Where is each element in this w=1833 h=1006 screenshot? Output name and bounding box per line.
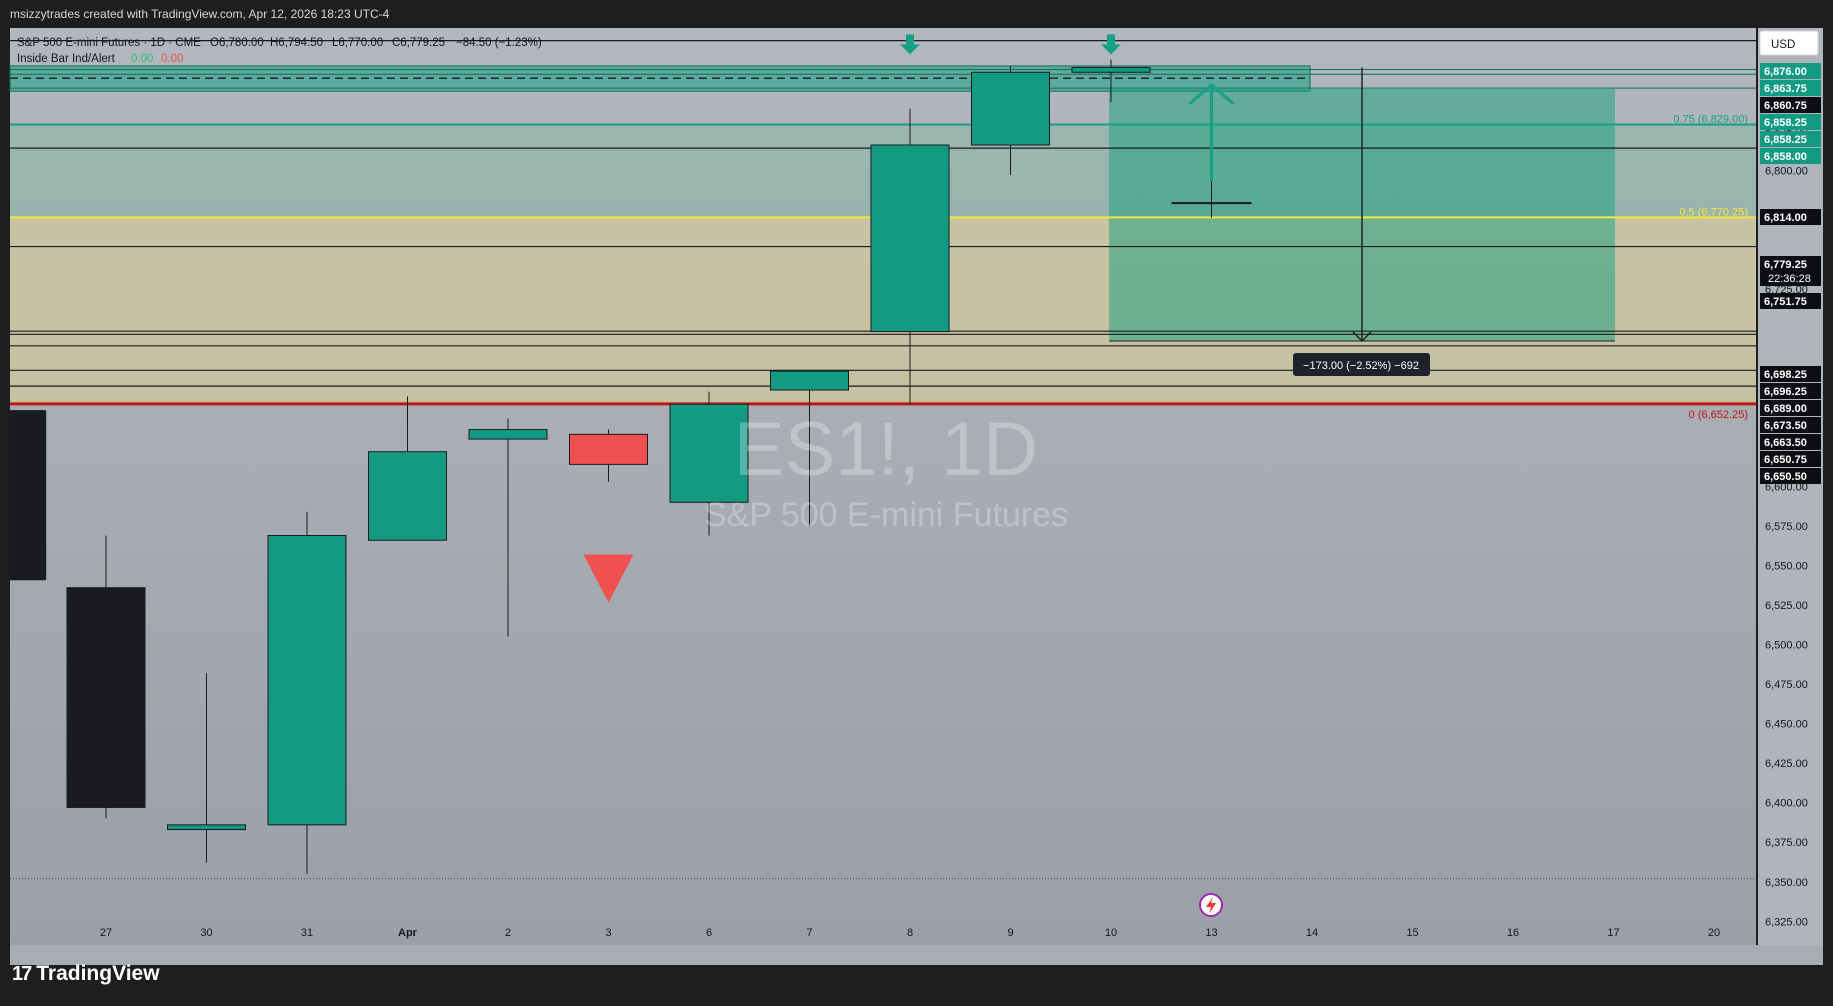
watermark-name: S&P 500 E-mini Futures <box>704 496 1068 534</box>
y-tick-label: 6,550.00 <box>1765 561 1808 573</box>
currency-label: USD <box>1771 39 1795 51</box>
candle-body <box>770 370 849 391</box>
candle-body <box>267 535 347 826</box>
fib-label: 0.5 (6,770.25) <box>1680 206 1749 218</box>
legend-indicator-v2: 0.00 <box>161 53 183 65</box>
price-badge-label: 6,696.25 <box>1764 386 1807 398</box>
x-tick-label: 14 <box>1306 927 1318 939</box>
price-badge-label: 6,673.50 <box>1764 420 1807 432</box>
candle-body <box>1071 67 1151 73</box>
x-tick-label: 6 <box>706 927 712 939</box>
candle-body <box>9 410 46 581</box>
price-badge-label: 6,858.25 <box>1764 117 1807 129</box>
fib-label: 0 (6,652.25) <box>1689 409 1748 421</box>
fib-label: 0.75 (6,829.00) <box>1673 113 1748 125</box>
x-tick-label: Apr <box>398 927 418 939</box>
candle-body <box>870 144 950 333</box>
legend-low: L6,770.00 <box>332 37 383 49</box>
price-badge: 6,650.50 <box>1760 468 1821 484</box>
price-badge: 6,858.00 <box>1760 148 1821 164</box>
price-badge: 6,860.75 <box>1760 97 1821 113</box>
legend-symbol[interactable]: S&P 500 E-mini Futures · 1D · CME <box>17 37 201 49</box>
price-badge-label: 6,698.25 <box>1764 369 1807 381</box>
candle-body <box>167 824 246 831</box>
price-badge: 6,876.00 <box>1760 63 1821 79</box>
x-tick-label: 10 <box>1105 927 1117 939</box>
price-badge-label: 6,650.75 <box>1764 454 1807 466</box>
countdown-label: 22:36:28 <box>1768 273 1811 285</box>
chart[interactable]: −173.00 (−2.52%) −692 0.75 (6,829.00) 0.5 … <box>0 0 1833 1006</box>
y-tick-label: 6,575.00 <box>1765 521 1808 533</box>
legend-high: H6,794.50 <box>270 37 323 49</box>
price-badge: 6,673.50 <box>1760 417 1821 433</box>
tradingview-logo[interactable]: 17 TradingView <box>12 962 160 986</box>
y-tick-label: 6,525.00 <box>1765 600 1808 612</box>
legend-indicator[interactable]: Inside Bar Ind/Alert <box>17 53 116 65</box>
y-tick-label: 6,350.00 <box>1765 877 1808 889</box>
y-tick-label: 6,475.00 <box>1765 679 1808 691</box>
x-tick-label: 20 <box>1708 927 1720 939</box>
price-badge: 6,689.00 <box>1760 400 1821 416</box>
legend-indicator-v1: 0.00 <box>131 53 153 65</box>
candle-body <box>368 451 447 541</box>
y-tick-label: 6,500.00 <box>1765 640 1808 652</box>
candle-body <box>66 587 146 808</box>
price-badge: 6,663.50 <box>1760 434 1821 450</box>
y-tick-label: 6,425.00 <box>1765 758 1808 770</box>
price-badge: 6,863.75 <box>1760 80 1821 96</box>
x-tick-label: 16 <box>1507 927 1519 939</box>
legend-change: −84.50 (−1.23%) <box>456 37 542 49</box>
candle[interactable] <box>9 410 47 581</box>
x-tick-label: 31 <box>301 927 313 939</box>
price-badge: 6,698.25 <box>1760 366 1821 382</box>
price-badge-label: 6,751.75 <box>1764 296 1807 308</box>
price-badge: 6,858.25 <box>1760 131 1821 147</box>
x-tick-label: 27 <box>100 927 112 939</box>
price-badge-label: 6,779.25 <box>1764 259 1807 271</box>
x-tick-label: 17 <box>1607 927 1619 939</box>
x-tick-label: 9 <box>1007 927 1013 939</box>
x-tick-label: 7 <box>806 927 812 939</box>
x-tick-label: 8 <box>907 927 913 939</box>
price-badge-label: 6,663.50 <box>1764 437 1807 449</box>
price-badge: 6,814.00 <box>1760 209 1821 225</box>
price-badge: 6,751.75 <box>1760 293 1821 309</box>
price-badge-label: 6,814.00 <box>1764 212 1807 224</box>
candle-body <box>971 71 1050 146</box>
watermark-symbol: ES1!, 1D <box>734 407 1038 492</box>
candle-body <box>468 429 548 440</box>
x-tick-label: 13 <box>1205 927 1217 939</box>
price-badge: 6,779.25 22:36:28 <box>1760 256 1821 286</box>
measure-label: −173.00 (−2.52%) −692 <box>1303 360 1419 372</box>
price-badge-label: 6,863.75 <box>1764 83 1807 95</box>
x-tick-label: 2 <box>505 927 511 939</box>
legend-open: O6,780.00 <box>210 37 264 49</box>
price-badge-label: 6,650.50 <box>1764 471 1807 483</box>
tradingview-logo-icon: 17 <box>12 962 32 985</box>
legend-close: C6,779.25 <box>392 37 445 49</box>
x-tick-label: 3 <box>605 927 611 939</box>
y-tick-label: 6,800.00 <box>1765 165 1808 177</box>
price-badge: 6,650.75 <box>1760 451 1821 467</box>
x-tick-label: 30 <box>200 927 212 939</box>
currency-button[interactable]: USD <box>1759 30 1819 56</box>
price-badge-label: 6,860.75 <box>1764 100 1807 112</box>
candle-body <box>569 433 648 465</box>
y-tick-label: 6,400.00 <box>1765 798 1808 810</box>
time-axis-background <box>10 945 1823 965</box>
footer-brand: TradingView <box>36 962 160 985</box>
y-tick-label: 6,325.00 <box>1765 916 1808 928</box>
candle[interactable] <box>267 511 347 874</box>
x-tick-label: 15 <box>1406 927 1418 939</box>
y-tick-label: 6,450.00 <box>1765 719 1808 731</box>
price-badge: 6,696.25 <box>1760 383 1821 399</box>
price-badge-label: 6,689.00 <box>1764 403 1807 415</box>
price-badge: 6,858.25 <box>1760 114 1821 130</box>
price-badge-label: 6,858.25 <box>1764 134 1807 146</box>
price-badge-label: 6,876.00 <box>1764 66 1807 78</box>
price-badge-label: 6,858.00 <box>1764 151 1807 163</box>
y-tick-label: 6,375.00 <box>1765 837 1808 849</box>
